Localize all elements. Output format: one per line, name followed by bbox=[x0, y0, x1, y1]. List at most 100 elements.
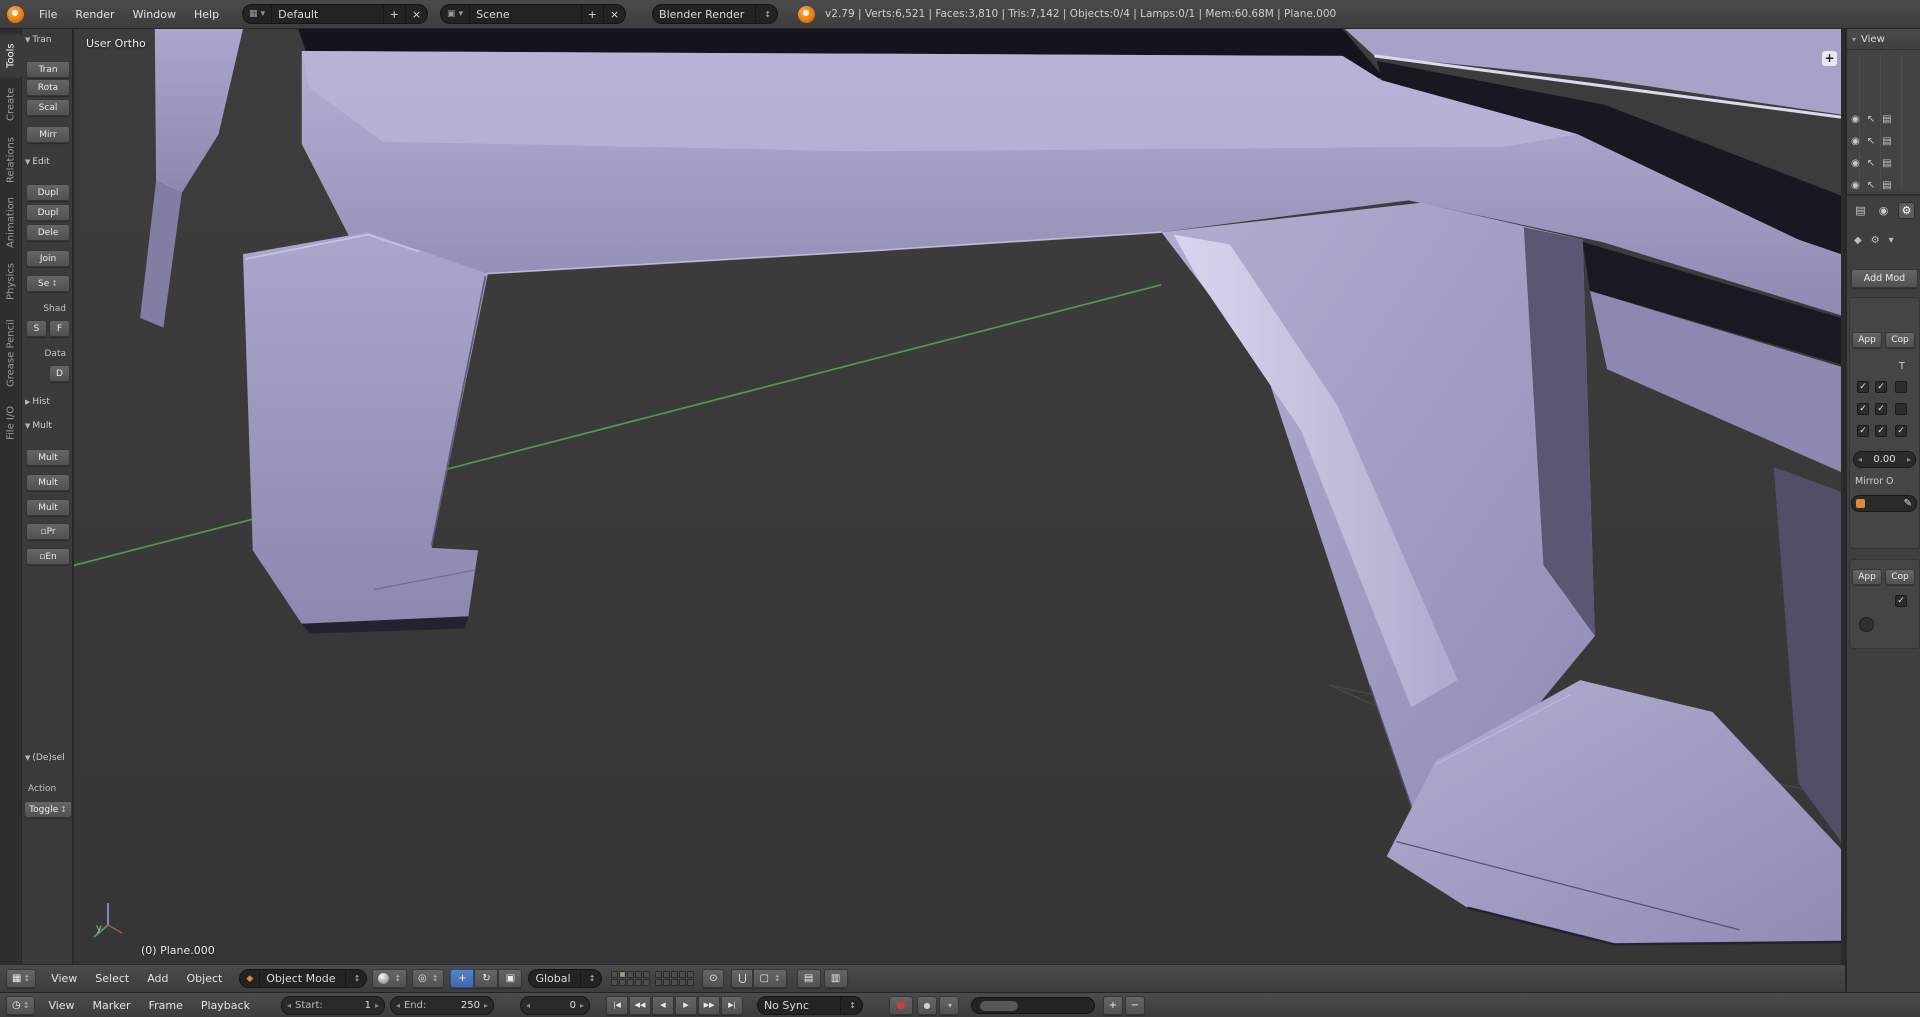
delete-button[interactable]: Dele bbox=[26, 224, 70, 241]
panel-header-edit[interactable]: ▼Edit bbox=[25, 157, 73, 167]
tab-create[interactable]: Create bbox=[0, 81, 22, 127]
outliner-view-menu[interactable]: View bbox=[1861, 34, 1885, 45]
layer-cell[interactable] bbox=[635, 979, 642, 986]
rotate-manipulator-button[interactable]: ↻ bbox=[474, 969, 498, 988]
layers-group-1[interactable] bbox=[611, 971, 650, 986]
layer-cell[interactable] bbox=[611, 979, 618, 986]
menu-file[interactable]: File bbox=[30, 8, 66, 21]
viewport-shading-dropdown[interactable]: ↕ bbox=[372, 969, 407, 988]
axis-checkbox[interactable]: ✓ bbox=[1875, 381, 1887, 393]
action-toggle-dropdown[interactable]: Toggle↕ bbox=[24, 801, 72, 818]
tab-scene-properties[interactable]: ◉ bbox=[1875, 202, 1892, 219]
menu-window[interactable]: Window bbox=[124, 8, 185, 21]
selectable-cursor-icon[interactable]: ↖ bbox=[1867, 179, 1875, 193]
region-expand-button[interactable]: + bbox=[1822, 51, 1837, 66]
increment-arrow-icon[interactable]: ▸ bbox=[580, 1001, 584, 1010]
multires-button-3[interactable]: Mult bbox=[26, 499, 70, 516]
layer-cell[interactable] bbox=[679, 971, 686, 978]
selectable-cursor-icon[interactable]: ↖ bbox=[1867, 113, 1875, 127]
multires-button-1[interactable]: Mult bbox=[26, 449, 70, 466]
layer-cell[interactable] bbox=[671, 979, 678, 986]
add-scene-button[interactable]: + bbox=[581, 5, 603, 23]
shade-smooth-button[interactable]: S bbox=[26, 320, 47, 337]
panel-header-operator[interactable]: ▼(De)sel bbox=[25, 753, 73, 763]
auto-keyframe-mode-button[interactable]: ● bbox=[917, 996, 937, 1015]
shade-flat-button[interactable]: F bbox=[49, 320, 70, 337]
next-keyframe-button[interactable]: ▶▶ bbox=[698, 996, 720, 1015]
tab-file-io[interactable]: File I/O bbox=[0, 401, 22, 445]
modifier-apply-button[interactable]: App bbox=[1852, 332, 1882, 348]
increment-arrow-icon[interactable]: ▸ bbox=[484, 1001, 488, 1010]
opengl-render-still-button[interactable]: ▤ bbox=[797, 969, 821, 988]
join-button[interactable]: Join bbox=[26, 250, 70, 267]
record-button[interactable]: ● bbox=[889, 996, 913, 1015]
render-engine-dropdown[interactable]: Blender Render ↕ bbox=[652, 4, 778, 24]
modifier-copy-button[interactable]: Cop bbox=[1885, 332, 1915, 348]
tab-render-properties[interactable]: ▤ bbox=[1852, 202, 1869, 219]
viewport-3d[interactable]: User Ortho (0) Plane.000 + y bbox=[74, 29, 1841, 964]
layer-cell[interactable] bbox=[663, 979, 670, 986]
transform-orientation-dropdown[interactable]: Global ↕ bbox=[528, 969, 602, 988]
opengl-render-anim-button[interactable]: ▥ bbox=[824, 969, 848, 988]
option-checkbox[interactable]: ✓ bbox=[1895, 595, 1907, 607]
option-checkbox[interactable]: ✓ bbox=[1895, 425, 1907, 437]
menu-playback[interactable]: Playback bbox=[192, 999, 259, 1012]
visibility-eye-icon[interactable]: ◉ bbox=[1851, 179, 1860, 193]
close-layout-button[interactable]: × bbox=[405, 5, 427, 23]
lock-to-scene-button[interactable]: ⊙ bbox=[702, 969, 724, 988]
layer-cell[interactable] bbox=[611, 971, 618, 978]
renderable-camera-icon[interactable]: ▤ bbox=[1882, 157, 1891, 171]
visibility-eye-icon[interactable]: ◉ bbox=[1851, 113, 1860, 127]
renderable-camera-icon[interactable]: ▤ bbox=[1882, 135, 1891, 149]
option-checkbox[interactable]: ✓ bbox=[1875, 403, 1887, 415]
scale-manipulator-button[interactable]: ▣ bbox=[498, 969, 522, 988]
modifier-copy-button[interactable]: Cop bbox=[1885, 569, 1915, 585]
decrement-arrow-icon[interactable]: ◂ bbox=[1858, 455, 1862, 464]
current-frame-field[interactable]: ◂ 0 ▸ bbox=[520, 996, 590, 1015]
eyedropper-icon[interactable]: ✎ bbox=[1904, 498, 1912, 509]
editor-type-dropdown[interactable]: ◷ ↕ bbox=[6, 996, 35, 1015]
play-button[interactable]: ▶ bbox=[675, 996, 697, 1015]
tab-tools[interactable]: Tools bbox=[0, 34, 22, 78]
option-checkbox[interactable]: ✓ bbox=[1875, 425, 1887, 437]
renderable-camera-icon[interactable]: ▤ bbox=[1882, 179, 1891, 193]
scene-selector[interactable]: ▣▾ Scene + × bbox=[440, 4, 626, 24]
layer-cell-active[interactable] bbox=[619, 971, 626, 978]
radio-toggle[interactable] bbox=[1859, 617, 1874, 632]
pivot-point-dropdown[interactable]: ◎ ↕ bbox=[412, 969, 444, 988]
menu-add[interactable]: Add bbox=[138, 972, 177, 985]
visibility-eye-icon[interactable]: ◉ bbox=[1851, 135, 1860, 149]
preview-button[interactable]: ▫Pr bbox=[26, 523, 70, 540]
layers-widget[interactable] bbox=[611, 971, 694, 986]
menu-frame[interactable]: Frame bbox=[140, 999, 192, 1012]
add-layout-button[interactable]: + bbox=[383, 5, 405, 23]
outliner-row[interactable]: ◉ ↖ ▤ bbox=[1851, 179, 1892, 193]
tab-grease-pencil[interactable]: Grease Pencil bbox=[0, 312, 22, 394]
layer-cell[interactable] bbox=[643, 971, 650, 978]
snap-toggle-button[interactable]: ⋃ bbox=[731, 969, 753, 988]
rotate-button[interactable]: Rota bbox=[26, 79, 70, 96]
mode-dropdown[interactable]: ◆ Object Mode ↕ bbox=[239, 969, 367, 988]
panel-header-multires[interactable]: ▼Mult bbox=[25, 421, 73, 431]
panel-header-transform[interactable]: ▼Tran bbox=[25, 35, 73, 45]
menu-object[interactable]: Object bbox=[178, 972, 232, 985]
menu-marker[interactable]: Marker bbox=[84, 999, 140, 1012]
snap-element-dropdown[interactable]: ▢ ↕ bbox=[753, 969, 786, 988]
menu-render[interactable]: Render bbox=[66, 8, 123, 21]
decrement-arrow-icon[interactable]: ◂ bbox=[287, 1001, 291, 1010]
layer-cell[interactable] bbox=[663, 971, 670, 978]
renderable-camera-icon[interactable]: ▤ bbox=[1882, 113, 1891, 127]
menu-view[interactable]: View bbox=[42, 972, 86, 985]
external-button[interactable]: ▫En bbox=[26, 548, 70, 565]
mirror-object-field[interactable]: ✎ bbox=[1851, 495, 1917, 512]
layer-cell[interactable] bbox=[635, 971, 642, 978]
menu-help[interactable]: Help bbox=[185, 8, 228, 21]
layer-cell[interactable] bbox=[671, 971, 678, 978]
layers-group-2[interactable] bbox=[655, 971, 694, 986]
decrement-arrow-icon[interactable]: ◂ bbox=[396, 1001, 400, 1010]
play-reverse-button[interactable]: ◀ bbox=[652, 996, 674, 1015]
mirror-button[interactable]: Mirr bbox=[26, 126, 70, 143]
option-checkbox[interactable]: ✓ bbox=[1857, 403, 1869, 415]
increment-arrow-icon[interactable]: ▸ bbox=[1907, 455, 1911, 464]
selectable-cursor-icon[interactable]: ↖ bbox=[1867, 157, 1875, 171]
